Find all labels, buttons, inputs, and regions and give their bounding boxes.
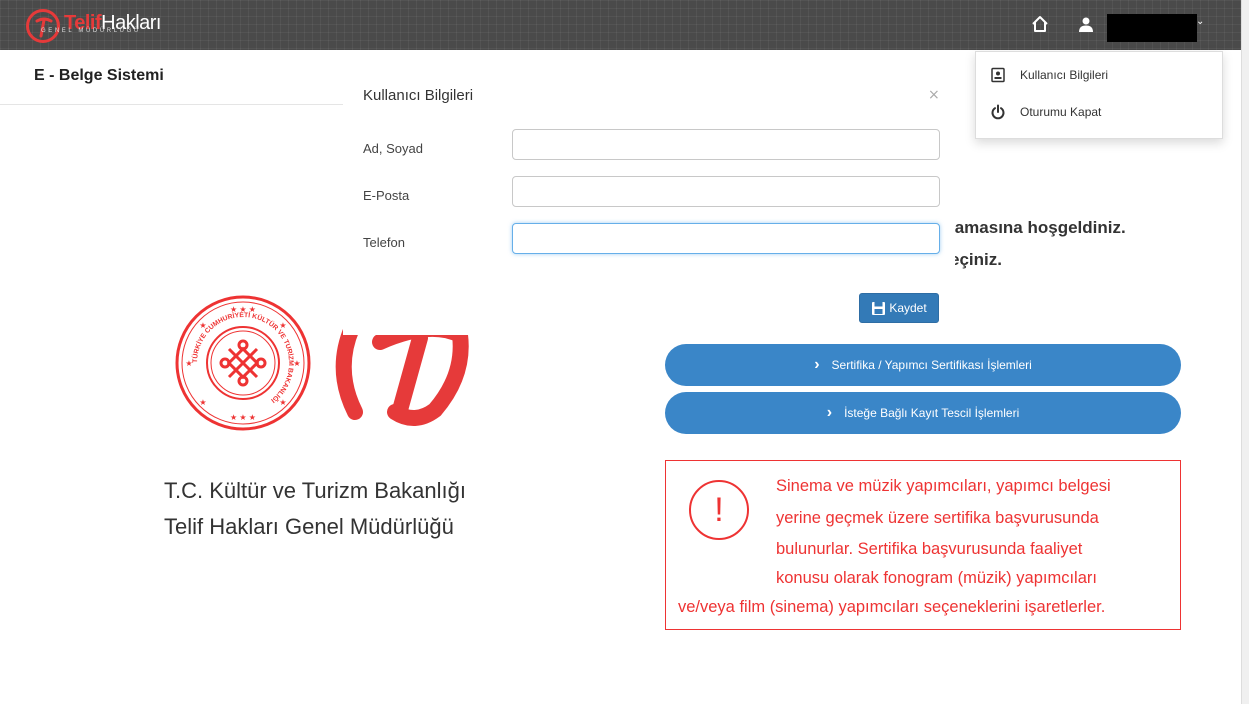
user-dropdown-menu: Kullanıcı Bilgileri Oturumu Kapat <box>975 51 1223 139</box>
page-title: E - Belge Sistemi <box>34 67 164 84</box>
chevron-right-icon: › <box>826 404 833 421</box>
welcome-text-line2: eçiniz. <box>950 250 1002 269</box>
email-label: E-Posta <box>363 188 410 203</box>
save-button[interactable]: Kaydet <box>859 293 939 323</box>
divider <box>0 104 372 105</box>
name-label: Ad, Soyad <box>363 141 423 156</box>
alert-text-line: yerine geçmek üzere sertifika başvurusun… <box>776 509 1099 527</box>
ministry-emblem: ★ ★ ★ ★ ★ ★ ★ ★ ★ ★ ★ ★ TÜRKİYE CUMHURİY… <box>173 293 313 433</box>
close-icon[interactable]: × <box>928 87 940 103</box>
phone-field[interactable] <box>512 223 940 254</box>
floppy-disk-icon <box>872 301 886 315</box>
user-name-redacted[interactable] <box>1107 14 1197 42</box>
alert-text-line: ve/veya film (sinema) yapımcıları seçene… <box>678 598 1106 616</box>
chevron-right-icon: › <box>814 356 820 373</box>
power-icon <box>991 104 1005 120</box>
email-field[interactable] <box>512 176 940 207</box>
svg-text:★: ★ <box>185 359 192 368</box>
certificate-operations-button[interactable]: › Sertifika / Yapımcı Sertifikası İşleml… <box>665 344 1181 386</box>
save-label: Kaydet <box>889 301 927 315</box>
alert-text-line: konusu olarak fonogram (müzik) yapımcıla… <box>776 569 1097 587</box>
page-scrollbar[interactable] <box>1241 0 1249 704</box>
exclamation-icon: ! <box>689 480 749 540</box>
logo-t-icon <box>26 9 60 43</box>
user-icon[interactable] <box>1077 15 1095 33</box>
welcome-text-line1: lamasına hoşgeldiniz. <box>950 218 1126 237</box>
svg-text:★: ★ <box>199 398 206 407</box>
optional-registration-button[interactable]: › İsteğe Bağlı Kayıt Tescil İşlemleri <box>665 392 1181 434</box>
modal-title: Kullanıcı Bilgileri <box>363 87 474 104</box>
svg-text:★ ★ ★: ★ ★ ★ <box>230 413 256 422</box>
top-navbar: TelifHakları GENEL MÜDÜRLÜĞÜ ⌄ <box>0 0 1249 50</box>
dropdown-item-logout[interactable]: Oturumu Kapat <box>990 104 1101 120</box>
optional-registration-label: İsteğe Bağlı Kayıt Tescil İşlemleri <box>844 406 1020 420</box>
info-alert: ! Sinema ve müzik yapımcıları, yapımcı b… <box>665 460 1181 630</box>
name-field[interactable] <box>512 129 940 160</box>
dropdown-item-label: Kullanıcı Bilgileri <box>1020 68 1109 82</box>
svg-text:★: ★ <box>279 398 286 407</box>
home-icon[interactable] <box>1030 14 1050 34</box>
alert-text-line: Sinema ve müzik yapımcıları, yapımcı bel… <box>776 477 1111 495</box>
certificate-operations-label: Sertifika / Yapımcı Sertifikası İşlemler… <box>831 358 1032 372</box>
org-name-line2: Telif Hakları Genel Müdürlüğü <box>164 514 454 539</box>
user-info-modal: Kullanıcı Bilgileri × Ad, Soyad E-Posta … <box>343 70 955 335</box>
alert-text-line: bulunurlar. Sertifika başvurusunda faali… <box>776 540 1083 558</box>
phone-label: Telefon <box>363 235 405 250</box>
chevron-down-icon[interactable]: ⌄ <box>1196 16 1204 27</box>
org-name-line1: T.C. Kültür ve Turizm Bakanlığı <box>164 478 466 503</box>
telif-haklari-logo[interactable]: TelifHakları <box>26 6 161 46</box>
dropdown-item-label: Oturumu Kapat <box>1020 105 1102 119</box>
svg-text:★: ★ <box>293 359 300 368</box>
id-card-icon <box>991 67 1005 83</box>
logo-subtitle: GENEL MÜDÜRLÜĞÜ <box>41 28 141 34</box>
dropdown-item-user-info[interactable]: Kullanıcı Bilgileri <box>990 67 1108 83</box>
